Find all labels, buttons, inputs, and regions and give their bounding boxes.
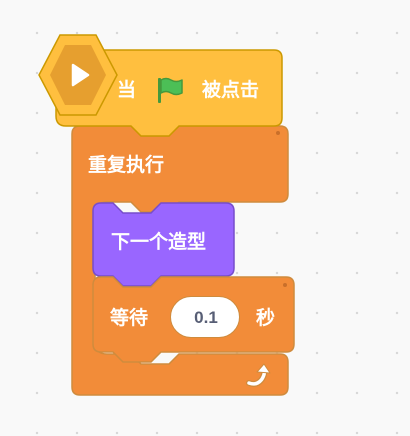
wait-seconds-value: 0.1 (194, 308, 218, 327)
hat-prefix-label: 当 (117, 79, 137, 101)
script-stack (38, 34, 295, 396)
wait-suffix-label: 秒 (256, 307, 276, 329)
play-icon (71, 63, 90, 87)
next-costume-label: 下一个造型 (111, 231, 207, 253)
forever-label: 重复执行 (88, 154, 165, 176)
forever-block-dot (276, 131, 280, 135)
loop-arrow-icon (246, 363, 271, 387)
wait-block-dot (283, 283, 287, 287)
wait-seconds-input[interactable]: 0.1 (170, 296, 240, 338)
hat-suffix-label: 被点击 (202, 79, 260, 101)
wait-prefix-label: 等待 (110, 307, 149, 329)
green-flag-icon (158, 77, 183, 103)
code-workspace[interactable]: 当 被点击 重复执行 下一个造型 等待 0.1 秒 (0, 0, 410, 436)
